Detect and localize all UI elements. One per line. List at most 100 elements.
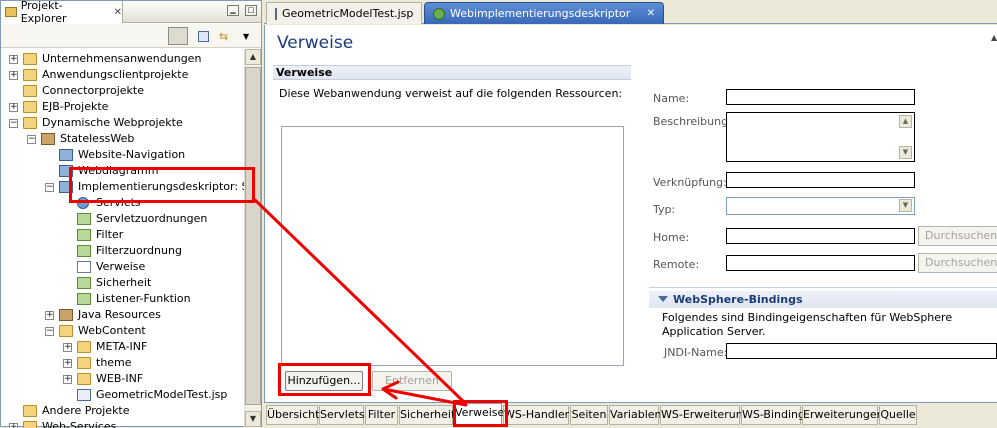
jndi-name-label: JNDI-Name:	[664, 346, 728, 359]
collapse-icon[interactable]: −	[45, 327, 54, 336]
page-tab[interactable]: Seiten	[570, 405, 608, 425]
page-scroll-up-icon[interactable]: ▲	[991, 33, 997, 43]
page-tab[interactable]: Filter	[365, 405, 398, 425]
link-input[interactable]	[726, 172, 915, 188]
page-tab[interactable]: Erweiterungen	[802, 405, 884, 425]
websphere-bindings-header[interactable]: WebSphere-Bindings	[649, 291, 997, 308]
view-menu-button[interactable]: ▼	[239, 27, 255, 45]
page-tab[interactable]: WS-Handler	[503, 405, 569, 425]
page-tab[interactable]: Übersicht	[266, 405, 319, 425]
tree-item[interactable]: Verweise	[1, 259, 244, 275]
remote-label: Remote:	[653, 258, 700, 271]
expand-icon[interactable]: +	[63, 359, 72, 368]
tree-item[interactable]: Filterzuordnung	[1, 243, 244, 259]
tree-item[interactable]: − StatelessWeb	[1, 131, 244, 147]
page-tab[interactable]: WS-Erweiterung	[660, 405, 750, 425]
tree-item[interactable]: Servlets	[1, 195, 244, 211]
expand-icon[interactable]: +	[63, 343, 72, 352]
description-textarea[interactable]: ▲ ▼	[726, 112, 915, 162]
servlet-mapping-icon	[77, 213, 91, 225]
tab-label: GeometricModelTest.jsp	[282, 7, 414, 20]
references-list[interactable]	[281, 126, 624, 366]
expand-icon[interactable]: +	[9, 423, 18, 428]
collapse-icon[interactable]: −	[27, 135, 36, 144]
page-tab[interactable]: Verweise	[454, 403, 504, 425]
tree-item-label: Andere Projekte	[42, 404, 130, 417]
tree-item[interactable]: − Implementierungsdeskriptor: Stat(	[1, 179, 244, 195]
home-input[interactable]	[726, 228, 915, 244]
tree-item[interactable]: + theme	[1, 355, 244, 371]
maximize-icon[interactable]: □	[245, 5, 257, 16]
tree-item[interactable]: Sicherheit	[1, 275, 244, 291]
scroll-up-arrow-icon[interactable]: ▲	[245, 49, 261, 65]
type-select[interactable]: ▼	[726, 197, 915, 215]
remote-browse-button[interactable]: Durchsuchen...	[918, 253, 997, 273]
page-tab[interactable]: Sicherheit	[399, 405, 455, 425]
tree-item[interactable]: Webdiagramm	[1, 163, 244, 179]
scroll-down-arrow-icon[interactable]: ▼	[245, 411, 261, 427]
home-browse-button[interactable]: Durchsuchen...	[918, 226, 997, 246]
tree-item[interactable]: Connectorprojekte	[1, 83, 244, 99]
tree-item-label: theme	[96, 356, 132, 369]
back-button[interactable]	[168, 27, 188, 45]
filter-icon	[77, 229, 91, 241]
tree-item[interactable]: Listener-Funktion	[1, 291, 244, 307]
name-input[interactable]	[726, 89, 915, 105]
tree-item[interactable]: + WEB-INF	[1, 371, 244, 387]
tree-item-label: WebContent	[78, 324, 146, 337]
chevron-down-icon[interactable]: ▼	[899, 199, 912, 212]
close-icon[interactable]: ✕	[647, 8, 655, 19]
tree-item[interactable]: Website-Navigation	[1, 147, 244, 163]
folder-icon	[77, 373, 91, 385]
tree-item[interactable]: + Unternehmensanwendungen	[1, 51, 244, 67]
page-tab[interactable]: Quelle	[879, 405, 917, 425]
tree-item[interactable]: + Anwendungsclientprojekte	[1, 67, 244, 83]
tree-item-label: Java Resources	[78, 308, 161, 321]
tree-item[interactable]: + EJB-Projekte	[1, 99, 244, 115]
expand-icon[interactable]: +	[45, 311, 54, 320]
close-icon[interactable]: ✕	[114, 7, 122, 18]
tree-item[interactable]: − WebContent	[1, 323, 244, 339]
page-tab[interactable]: WS-Binding	[741, 405, 805, 425]
tree-item-label: META-INF	[96, 340, 148, 353]
project-explorer-view: Projekt-Explorer ✕ ▁ □ ⇆ ▼ + Unternehmens…	[0, 0, 262, 428]
tree-item[interactable]: − Dynamische Webprojekte	[1, 115, 244, 131]
page-tab[interactable]: Servlets	[319, 405, 365, 425]
tree-item-label: EJB-Projekte	[42, 100, 109, 113]
tree-item[interactable]: + META-INF	[1, 339, 244, 355]
security-key-icon	[77, 277, 91, 289]
remote-input[interactable]	[726, 255, 915, 271]
explorer-tab[interactable]: Projekt-Explorer ✕	[1, 0, 123, 25]
link-with-editor-button[interactable]: ⇆	[215, 27, 235, 45]
tree-item[interactable]: Servletzuordnungen	[1, 211, 244, 227]
expand-icon[interactable]: +	[9, 71, 18, 80]
tab-web-deployment-descriptor[interactable]: Webimplementierungsdeskriptor ✕	[424, 2, 664, 24]
tree-vertical-scrollbar[interactable]: ▲ ▼	[244, 49, 261, 428]
scroll-thumb[interactable]	[245, 67, 261, 405]
expand-icon[interactable]: +	[9, 55, 18, 64]
jndi-name-input[interactable]	[726, 343, 997, 359]
tab-geometric-model-test[interactable]: GeometricModelTest.jsp	[266, 2, 422, 24]
tree-item[interactable]: GeometricModelTest.jsp	[1, 387, 244, 403]
tree-item-label: WEB-INF	[96, 372, 144, 385]
tree-item-label: Anwendungsclientprojekte	[42, 68, 189, 81]
collapse-all-button[interactable]	[193, 27, 213, 45]
collapse-icon[interactable]: −	[9, 119, 18, 128]
scroll-up-arrow-icon[interactable]: ▲	[899, 115, 912, 128]
expand-icon[interactable]: +	[9, 103, 18, 112]
tab-label: Webimplementierungsdeskriptor	[450, 7, 631, 20]
scroll-down-arrow-icon[interactable]: ▼	[899, 146, 912, 159]
add-button[interactable]: Hinzufügen...	[285, 371, 363, 391]
expand-triangle-icon[interactable]	[658, 296, 668, 302]
expand-icon[interactable]: +	[63, 375, 72, 384]
name-label: Name:	[653, 92, 690, 105]
page-tab[interactable]: Variablen	[609, 405, 662, 425]
remove-button[interactable]: Entfernen	[372, 371, 452, 391]
collapse-icon[interactable]: −	[45, 183, 54, 192]
minimize-icon[interactable]: ▁	[227, 5, 239, 16]
deployment-descriptor-icon	[59, 181, 73, 193]
tree-item[interactable]: Andere Projekte	[1, 403, 244, 419]
listener-icon	[77, 293, 91, 305]
tree-item[interactable]: Filter	[1, 227, 244, 243]
tree-item[interactable]: + Java Resources	[1, 307, 244, 323]
